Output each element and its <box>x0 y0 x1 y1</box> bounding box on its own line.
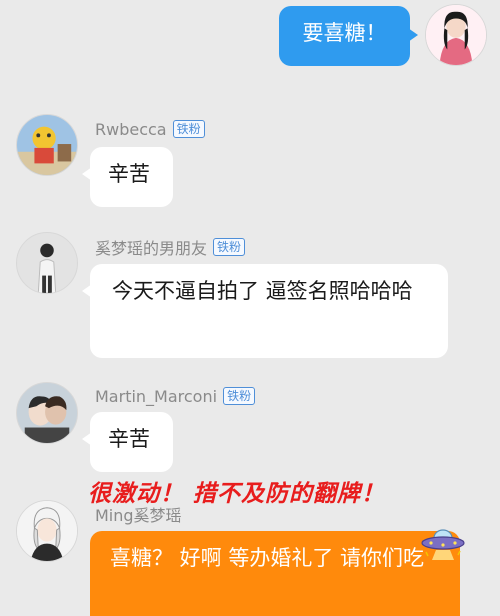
sender-row-boyfriend: 奚梦瑶的男朋友 铁粉 <box>95 235 246 259</box>
message-text: 辛苦 <box>108 427 150 451</box>
sender-row-martin: Martin_Marconi 铁粉 <box>95 385 256 407</box>
message-text: 要喜糖！ <box>302 21 387 45</box>
message-bubble-self[interactable]: 要喜糖！ <box>279 6 418 66</box>
avatar-ming-image <box>17 501 77 561</box>
sender-name[interactable]: 奚梦瑶的男朋友 <box>95 235 207 259</box>
avatar-martin-image <box>17 383 77 443</box>
avatar-rwbecca[interactable] <box>16 114 78 176</box>
sender-name[interactable]: Rwbecca <box>95 120 167 139</box>
avatar-boyfriend-image <box>17 233 77 293</box>
message-text: 喜糖？ 好啊 等办婚礼了 请你们吃 <box>110 546 425 570</box>
avatar-self[interactable] <box>425 4 487 66</box>
sender-name[interactable]: Ming奚梦瑶 <box>95 502 182 526</box>
sender-row-rwbecca: Rwbecca 铁粉 <box>95 118 205 140</box>
ufo-sticker-icon <box>420 522 466 562</box>
fan-badge: 铁粉 <box>213 238 246 256</box>
avatar-boyfriend[interactable] <box>16 232 78 294</box>
message-text: 今天不逼自拍了 逼签名照哈哈哈 <box>112 279 413 303</box>
avatar-ming[interactable] <box>16 500 78 562</box>
message-bubble-boyfriend[interactable]: 今天不逼自拍了 逼签名照哈哈哈 <box>82 264 448 358</box>
avatar-self-image <box>426 5 486 65</box>
message-text: 辛苦 <box>108 162 150 186</box>
message-bubble-ming[interactable]: 喜糖？ 好啊 等办婚礼了 请你们吃 <box>90 531 460 616</box>
avatar-rwbecca-image <box>17 115 77 175</box>
fan-badge: 铁粉 <box>172 120 205 138</box>
fan-badge: 铁粉 <box>223 387 256 405</box>
sender-row-ming: Ming奚梦瑶 <box>95 503 182 525</box>
message-bubble-martin[interactable]: 辛苦 <box>82 412 173 472</box>
avatar-martin[interactable] <box>16 382 78 444</box>
message-bubble-rwbecca[interactable]: 辛苦 <box>82 147 173 207</box>
sender-name[interactable]: Martin_Marconi <box>95 387 217 406</box>
